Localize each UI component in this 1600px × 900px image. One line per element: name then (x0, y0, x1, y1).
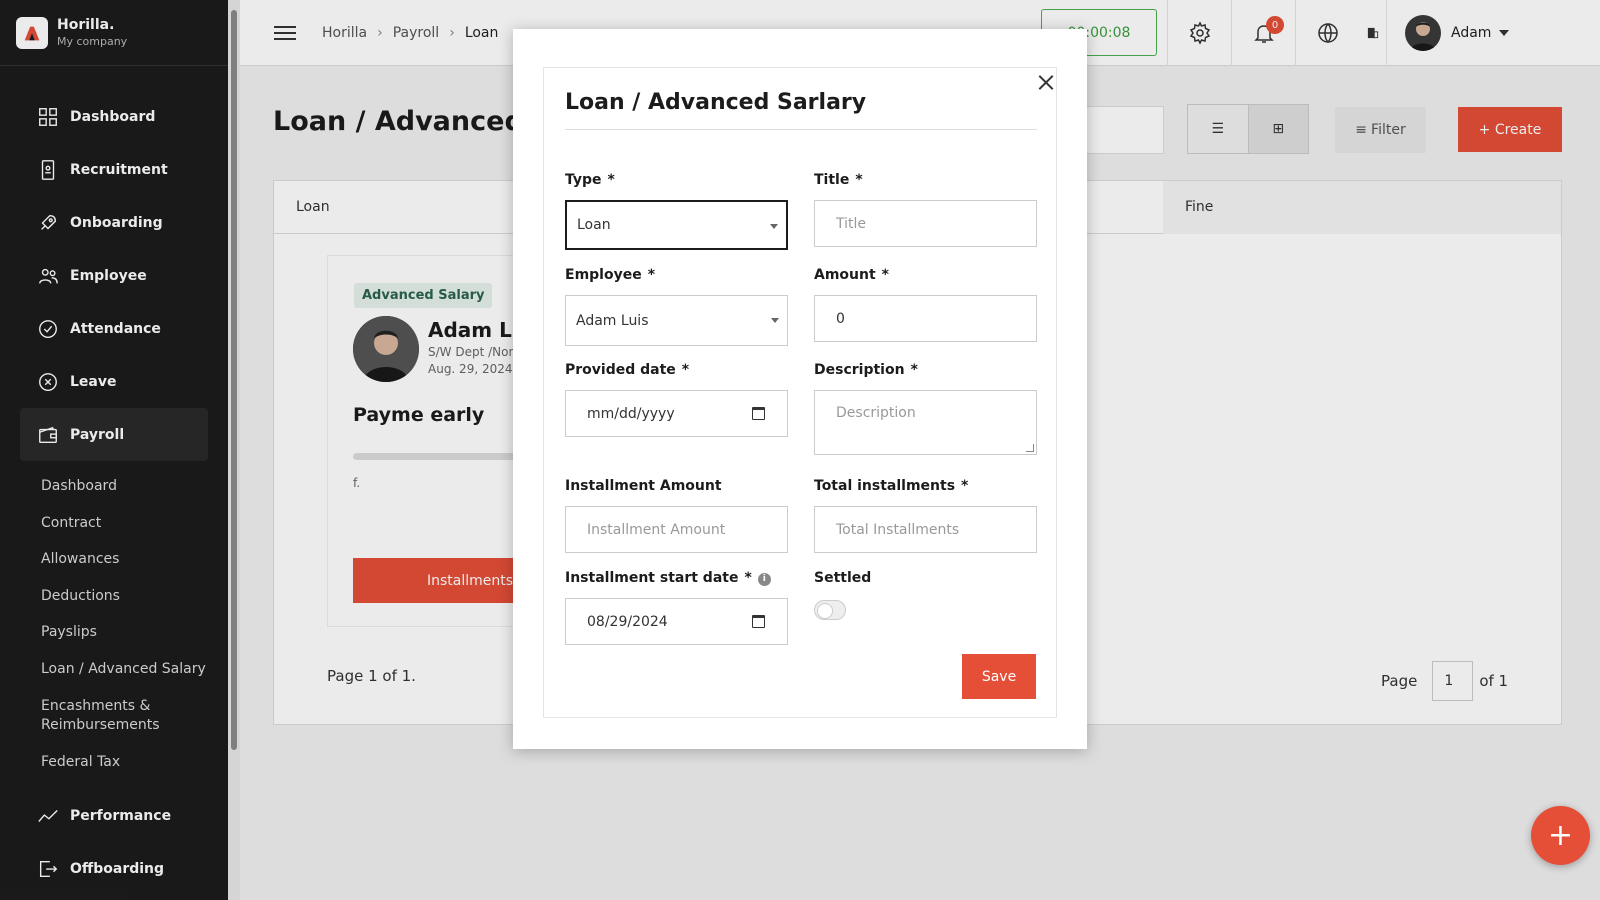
loan-form: Loan / Advanced Sarlary Type * Loan Title… (543, 67, 1057, 718)
settled-label: Settled (814, 570, 872, 586)
plus-icon: + (1547, 818, 1574, 853)
employee-select[interactable]: Adam Luis (565, 295, 788, 346)
description-textarea[interactable]: Description (814, 390, 1037, 455)
installment-amount-placeholder: Installment Amount (587, 521, 726, 538)
save-button[interactable]: Save (962, 654, 1036, 699)
type-value: Loan (577, 217, 611, 233)
employee-value: Adam Luis (576, 312, 649, 329)
installment-start-label: Installment start date * i (565, 570, 771, 586)
total-installments-input[interactable]: Total Installments (814, 506, 1037, 553)
settled-toggle[interactable] (814, 600, 846, 620)
description-placeholder: Description (836, 405, 916, 421)
calendar-icon[interactable] (752, 407, 765, 420)
provided-date-input[interactable]: mm/dd/yyyy (565, 390, 788, 437)
close-icon[interactable] (1038, 74, 1054, 90)
resize-handle-icon[interactable] (1026, 444, 1034, 452)
loan-modal: Loan / Advanced Sarlary Type * Loan Title… (513, 29, 1087, 749)
total-installments-label: Total installments * (814, 478, 969, 494)
chevron-down-icon (770, 224, 778, 229)
installment-amount-label: Installment Amount (565, 478, 722, 494)
employee-label: Employee * (565, 267, 656, 283)
installment-amount-input[interactable]: Installment Amount (565, 506, 788, 553)
amount-label: Amount * (814, 267, 889, 283)
type-select[interactable]: Loan (565, 200, 788, 250)
modal-title: Loan / Advanced Sarlary (565, 90, 867, 115)
title-input[interactable]: Title (814, 200, 1037, 247)
title-placeholder: Title (836, 215, 867, 232)
title-label: Title * (814, 172, 863, 188)
type-label: Type * (565, 172, 615, 188)
total-installments-placeholder: Total Installments (836, 521, 960, 538)
quick-action-button[interactable]: + (1531, 806, 1590, 865)
info-icon[interactable]: i (757, 572, 771, 586)
provided-date-label: Provided date * (565, 362, 690, 378)
installment-start-input[interactable]: 08/29/2024 (565, 598, 788, 645)
calendar-icon[interactable] (752, 615, 765, 628)
amount-value: 0 (836, 310, 845, 327)
amount-input[interactable]: 0 (814, 295, 1037, 342)
divider (565, 129, 1037, 130)
installment-start-value: 08/29/2024 (587, 613, 668, 630)
description-label: Description * (814, 362, 918, 378)
provided-date-placeholder: mm/dd/yyyy (587, 405, 675, 422)
chevron-down-icon (771, 318, 779, 323)
